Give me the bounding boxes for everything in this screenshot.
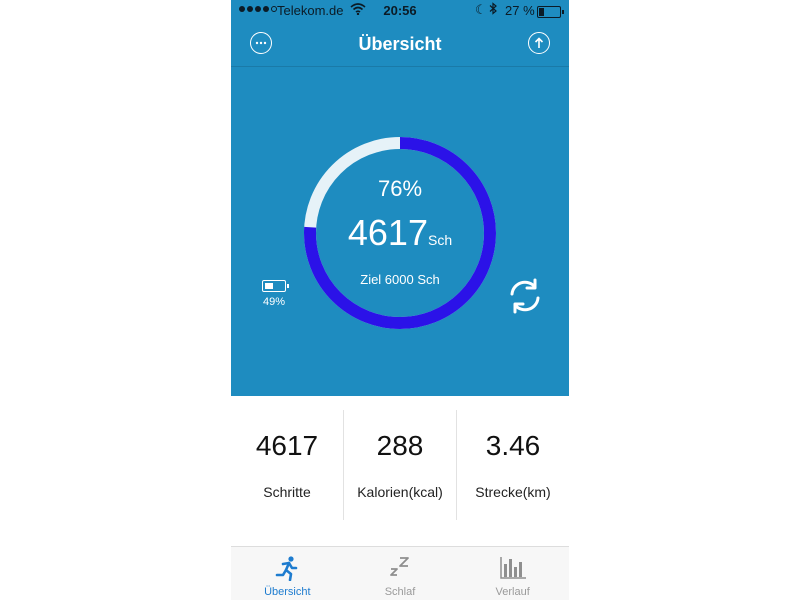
bar-chart-icon: [499, 557, 526, 579]
tab-sleep[interactable]: Schlaf: [344, 547, 457, 600]
device-battery-icon: [262, 280, 289, 292]
navigation-bar: Übersicht: [231, 22, 569, 67]
stat-steps: 4617 Schritte: [231, 410, 343, 520]
hero-panel: Telekom.de 20:56 ☾ 27 % Übersicht 76% 46…: [231, 0, 569, 396]
do-not-disturb-icon: ☾: [475, 2, 487, 17]
stat-value: 288: [376, 430, 424, 461]
stat-calories: 288 Kalorien(kcal): [343, 410, 456, 520]
stats-summary: 4617 Schritte 288 Kalorien(kcal) 3.46 St…: [231, 410, 569, 520]
tab-label: Übersicht: [264, 586, 311, 598]
step-count-value: 4617: [347, 212, 428, 253]
stat-value: 3.46: [485, 430, 541, 461]
tab-bar: Übersicht Schlaf Verlauf: [231, 546, 569, 600]
progress-percent: 76%: [377, 176, 423, 201]
arrow-up-icon: [534, 37, 544, 48]
stat-label: Schritte: [263, 484, 311, 500]
stat-value: 4617: [255, 430, 319, 461]
sync-icon[interactable]: [506, 277, 544, 315]
battery-percent: 27 %: [505, 3, 535, 18]
stat-label: Strecke(km): [475, 484, 551, 500]
tab-overview[interactable]: Übersicht: [231, 547, 344, 600]
device-battery-percent: 49%: [262, 296, 286, 308]
stat-label: Kalorien(kcal): [357, 484, 443, 500]
upload-button[interactable]: [528, 32, 550, 54]
tab-label: Verlauf: [495, 586, 530, 598]
device-battery: 49%: [257, 280, 291, 308]
page-title: Übersicht: [358, 34, 442, 54]
running-person-icon: [276, 556, 298, 581]
step-count: 4617Sch: [231, 212, 569, 254]
step-count-unit: Sch: [427, 232, 453, 248]
app-screen: Telekom.de 20:56 ☾ 27 % Übersicht 76% 46…: [231, 0, 569, 600]
status-bar: Telekom.de 20:56 ☾ 27 %: [231, 0, 569, 22]
tab-history[interactable]: Verlauf: [456, 547, 569, 600]
sleep-zz-icon: [390, 557, 409, 576]
stat-distance: 3.46 Strecke(km): [456, 410, 569, 520]
tab-label: Schlaf: [384, 586, 416, 598]
bluetooth-icon: [489, 2, 497, 18]
battery-icon: [537, 6, 564, 18]
